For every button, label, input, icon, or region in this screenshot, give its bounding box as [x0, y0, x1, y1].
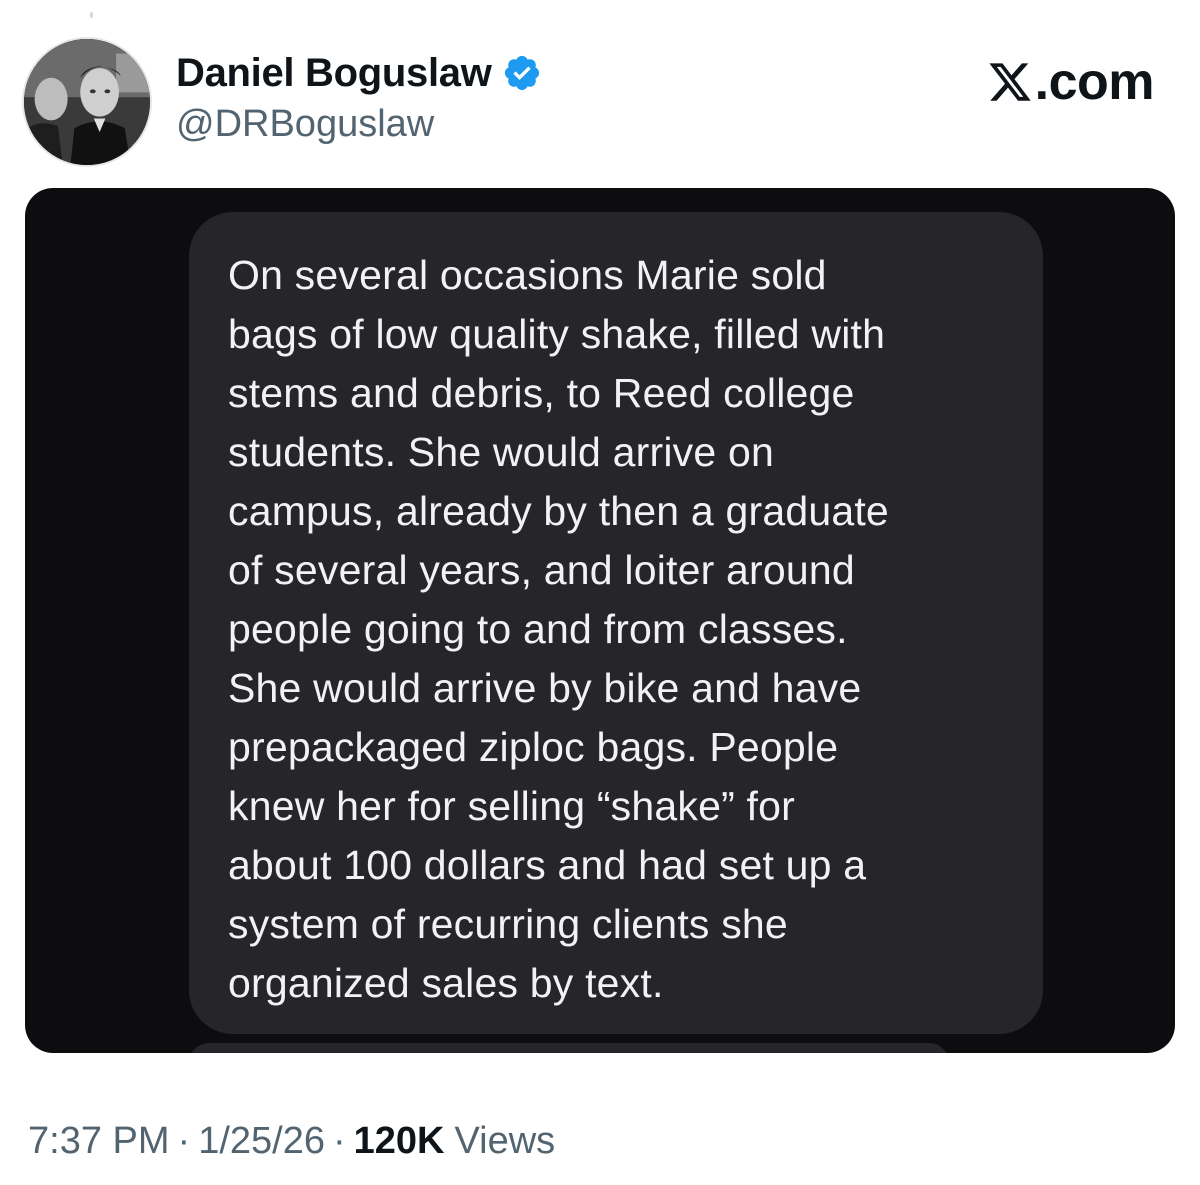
author-name-row[interactable]: Daniel Boguslaw [176, 50, 542, 96]
x-logo-icon [987, 58, 1033, 106]
brand-domain-text: .com [1034, 53, 1155, 111]
message-bubble: On several occasions Marie sold bags of … [189, 212, 1043, 1034]
separator-dot: · [332, 1120, 346, 1162]
views-count[interactable]: 120K [354, 1120, 445, 1163]
drag-indicator [90, 12, 93, 18]
views-label: Views [454, 1120, 556, 1162]
tweet-card: Daniel Boguslaw @DRBoguslaw .com On seve… [0, 0, 1200, 1185]
avatar[interactable] [22, 37, 152, 167]
post-date[interactable]: 1/25/26 [198, 1120, 325, 1163]
verified-badge-icon [502, 53, 542, 93]
author-handle[interactable]: @DRBoguslaw [176, 103, 434, 146]
post-time[interactable]: 7:37 PM [28, 1120, 170, 1163]
attached-screenshot[interactable]: On several occasions Marie sold bags of … [25, 188, 1175, 1053]
avatar-photo [24, 39, 150, 165]
separator-dot: · [177, 1120, 191, 1162]
message-text: On several occasions Marie sold bags of … [228, 252, 889, 1006]
x-brand-watermark: .com [987, 52, 1155, 112]
post-metadata: 7:37 PM · 1/25/26 · 120K Views [28, 1120, 555, 1163]
author-display-name[interactable]: Daniel Boguslaw [176, 51, 492, 96]
next-message-bubble [189, 1043, 949, 1053]
